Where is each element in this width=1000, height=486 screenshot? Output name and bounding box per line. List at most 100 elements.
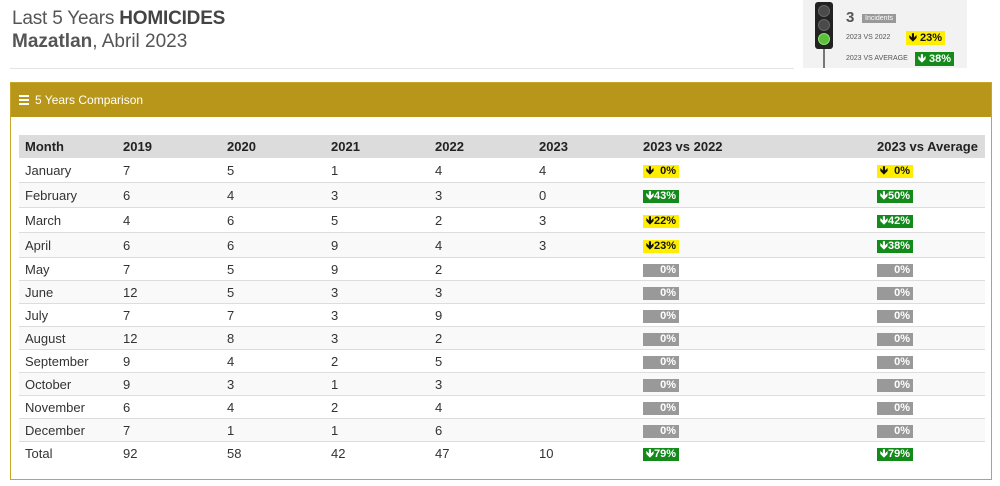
- table-cell: 0%: [637, 418, 871, 442]
- table-cell: 0%: [637, 395, 871, 419]
- table-row: January 7 5 1 4 4 🡻 0% 🡻 0%: [19, 157, 985, 183]
- table-cell: 6: [117, 232, 221, 258]
- change-vs-2022-badge: 0%: [643, 356, 679, 369]
- period-label: , Abril 2023: [92, 31, 188, 52]
- table-cell: 4: [429, 157, 533, 183]
- badge-value: 0%: [660, 165, 676, 177]
- column-header: 2023 vs 2022: [637, 135, 871, 158]
- arrow-down-icon: 🡻: [880, 448, 888, 460]
- change-vs-2022-badge: 🡻 22%: [643, 215, 679, 228]
- table-cell: 0%: [637, 257, 871, 281]
- change-vs-2022-badge: 0%: [643, 310, 679, 323]
- table-header-row: Month 2019 2020 2021 2022 2023 2023 vs 2…: [19, 135, 985, 158]
- column-header: Month: [19, 135, 117, 158]
- table-body: January 7 5 1 4 4 🡻 0% 🡻 0% February 6 4 3 3 0 🡻 43% 🡻 50% M…: [19, 157, 985, 464]
- table-cell: 🡻 79%: [871, 441, 985, 464]
- table-cell: 🡻 22%: [637, 207, 871, 233]
- summary-card: 3 Incidents 2023 VS 2022 🡻 23% 2023 VS A…: [803, 0, 967, 68]
- change-vs-average-badge: 0%: [877, 333, 913, 346]
- table-row: December 7 1 1 6 0% 0%: [19, 418, 985, 442]
- table-cell: 3: [325, 280, 429, 304]
- table-cell: 0%: [871, 372, 985, 396]
- column-header: 2020: [221, 135, 325, 158]
- badge-value: 0%: [660, 425, 676, 437]
- table-cell: 5: [221, 280, 325, 304]
- table-cell: [533, 372, 637, 396]
- table-cell: 2: [325, 395, 429, 419]
- change-vs-average-badge: 0%: [877, 287, 913, 300]
- vs-average-badge: 🡻 38%: [915, 52, 954, 66]
- yellow-light: [818, 19, 830, 31]
- table-cell: 8: [221, 326, 325, 350]
- table-cell: 4: [533, 157, 637, 183]
- column-header: 2023: [533, 135, 637, 158]
- table-cell: 9: [325, 232, 429, 258]
- title-prefix: Last 5 Years: [12, 8, 120, 29]
- table-cell: 12: [117, 326, 221, 350]
- table-cell: 6: [221, 232, 325, 258]
- table-cell: 4: [221, 349, 325, 373]
- table-cell: 🡻 38%: [871, 232, 985, 258]
- table-cell: 6: [429, 418, 533, 442]
- table-cell: 10: [533, 441, 637, 464]
- table-row: June 12 5 3 3 0% 0%: [19, 280, 985, 304]
- table-cell: [533, 257, 637, 281]
- title-divider: [10, 68, 794, 69]
- table-cell: [533, 418, 637, 442]
- table-cell: 9: [429, 303, 533, 327]
- arrow-down-icon: 🡻: [880, 190, 888, 202]
- table-cell: 🡻 23%: [637, 232, 871, 258]
- table-cell: April: [19, 232, 117, 258]
- table-cell: 3: [429, 280, 533, 304]
- change-vs-2022-badge: 0%: [643, 264, 679, 277]
- table-cell: 5: [221, 257, 325, 281]
- vs-average-value: 38%: [928, 53, 951, 65]
- table-cell: 4: [221, 182, 325, 208]
- table-cell: 6: [117, 182, 221, 208]
- table-cell: 3: [429, 182, 533, 208]
- table-cell: 42: [325, 441, 429, 464]
- column-header: 2022: [429, 135, 533, 158]
- table-cell: July: [19, 303, 117, 327]
- badge-value: 0%: [660, 287, 676, 299]
- badge-value: 0%: [660, 379, 676, 391]
- hamburger-menu-icon[interactable]: [19, 93, 29, 107]
- table-cell: December: [19, 418, 117, 442]
- table-cell: [533, 326, 637, 350]
- table-cell: [533, 395, 637, 419]
- table-cell: 9: [117, 349, 221, 373]
- table-cell: 3: [221, 372, 325, 396]
- table-row: March 4 6 5 2 3 🡻 22% 🡻 42%: [19, 207, 985, 233]
- title-crime: HOMICIDES: [119, 8, 226, 29]
- badge-value: 38%: [887, 240, 910, 252]
- table-row: July 7 7 3 9 0% 0%: [19, 303, 985, 327]
- page-title: Last 5 Years HOMICIDES Mazatlan, Abril 2…: [12, 8, 225, 54]
- badge-value: 0%: [660, 264, 676, 276]
- table-cell: 9: [117, 372, 221, 396]
- table-cell: 47: [429, 441, 533, 464]
- change-vs-average-badge: 0%: [877, 402, 913, 415]
- change-vs-2022-badge: 0%: [643, 379, 679, 392]
- table-row: February 6 4 3 3 0 🡻 43% 🡻 50%: [19, 182, 985, 208]
- panel-header[interactable]: 5 Years Comparison: [11, 83, 991, 117]
- badge-value: 50%: [887, 190, 910, 202]
- arrow-down-icon: 🡻: [918, 53, 926, 65]
- comparison-panel: 5 Years Comparison Month 2019 2020 2021 …: [10, 82, 992, 480]
- arrow-down-icon: 🡻: [646, 190, 654, 202]
- badge-value: 22%: [653, 215, 676, 227]
- change-vs-average-badge: 0%: [877, 425, 913, 438]
- table-cell: 7: [117, 157, 221, 183]
- table-cell: 0%: [871, 303, 985, 327]
- table-cell: 6: [117, 395, 221, 419]
- table-cell: 9: [325, 257, 429, 281]
- table-row: September 9 4 2 5 0% 0%: [19, 349, 985, 373]
- table-cell: September: [19, 349, 117, 373]
- table-cell: 7: [117, 257, 221, 281]
- change-vs-average-badge: 0%: [877, 310, 913, 323]
- badge-value: 43%: [653, 190, 676, 202]
- table-cell: 0%: [637, 303, 871, 327]
- table-cell: 🡻 79%: [637, 441, 871, 464]
- traffic-light-icon: [815, 2, 833, 49]
- table-cell: 🡻 43%: [637, 182, 871, 208]
- table-cell: June: [19, 280, 117, 304]
